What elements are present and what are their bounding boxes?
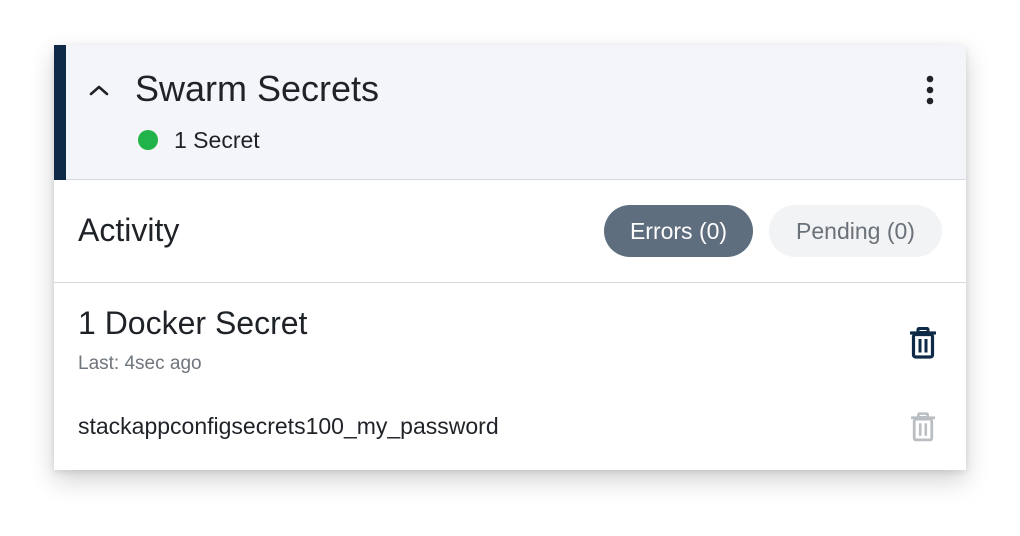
tab-errors[interactable]: Errors (0)	[604, 205, 753, 257]
group-title: 1 Docker Secret	[78, 305, 308, 341]
activity-section: Activity Errors (0) Pending (0)	[54, 180, 966, 283]
status-dot	[138, 130, 158, 150]
delete-item-button[interactable]	[908, 409, 938, 445]
collapse-button[interactable]	[84, 75, 114, 105]
trash-icon	[910, 327, 936, 359]
docker-secret-group: 1 Docker Secret Last: 4sec ago stackappc…	[54, 283, 966, 470]
status-text: 1 Secret	[174, 126, 260, 153]
more-options-button[interactable]	[918, 73, 942, 107]
card-header: Swarm Secrets 1 Secret	[54, 45, 966, 180]
activity-title: Activity	[78, 212, 180, 248]
list-item: stackappconfigsecrets100_my_password	[78, 407, 942, 447]
secret-name: stackappconfigsecrets100_my_password	[78, 413, 499, 439]
swarm-secrets-card: Swarm Secrets 1 Secret Activity Errors (…	[54, 45, 966, 470]
panel-title: Swarm Secrets	[135, 68, 380, 109]
chevron-up-icon	[89, 85, 109, 96]
trash-icon	[911, 412, 935, 442]
accent-bar	[54, 45, 66, 180]
more-vertical-icon	[926, 75, 934, 105]
tab-pending[interactable]: Pending (0)	[769, 205, 942, 257]
group-last-updated: Last: 4sec ago	[78, 353, 202, 374]
delete-group-button[interactable]	[906, 323, 940, 363]
status-indicator: 1 Secret	[138, 125, 260, 155]
